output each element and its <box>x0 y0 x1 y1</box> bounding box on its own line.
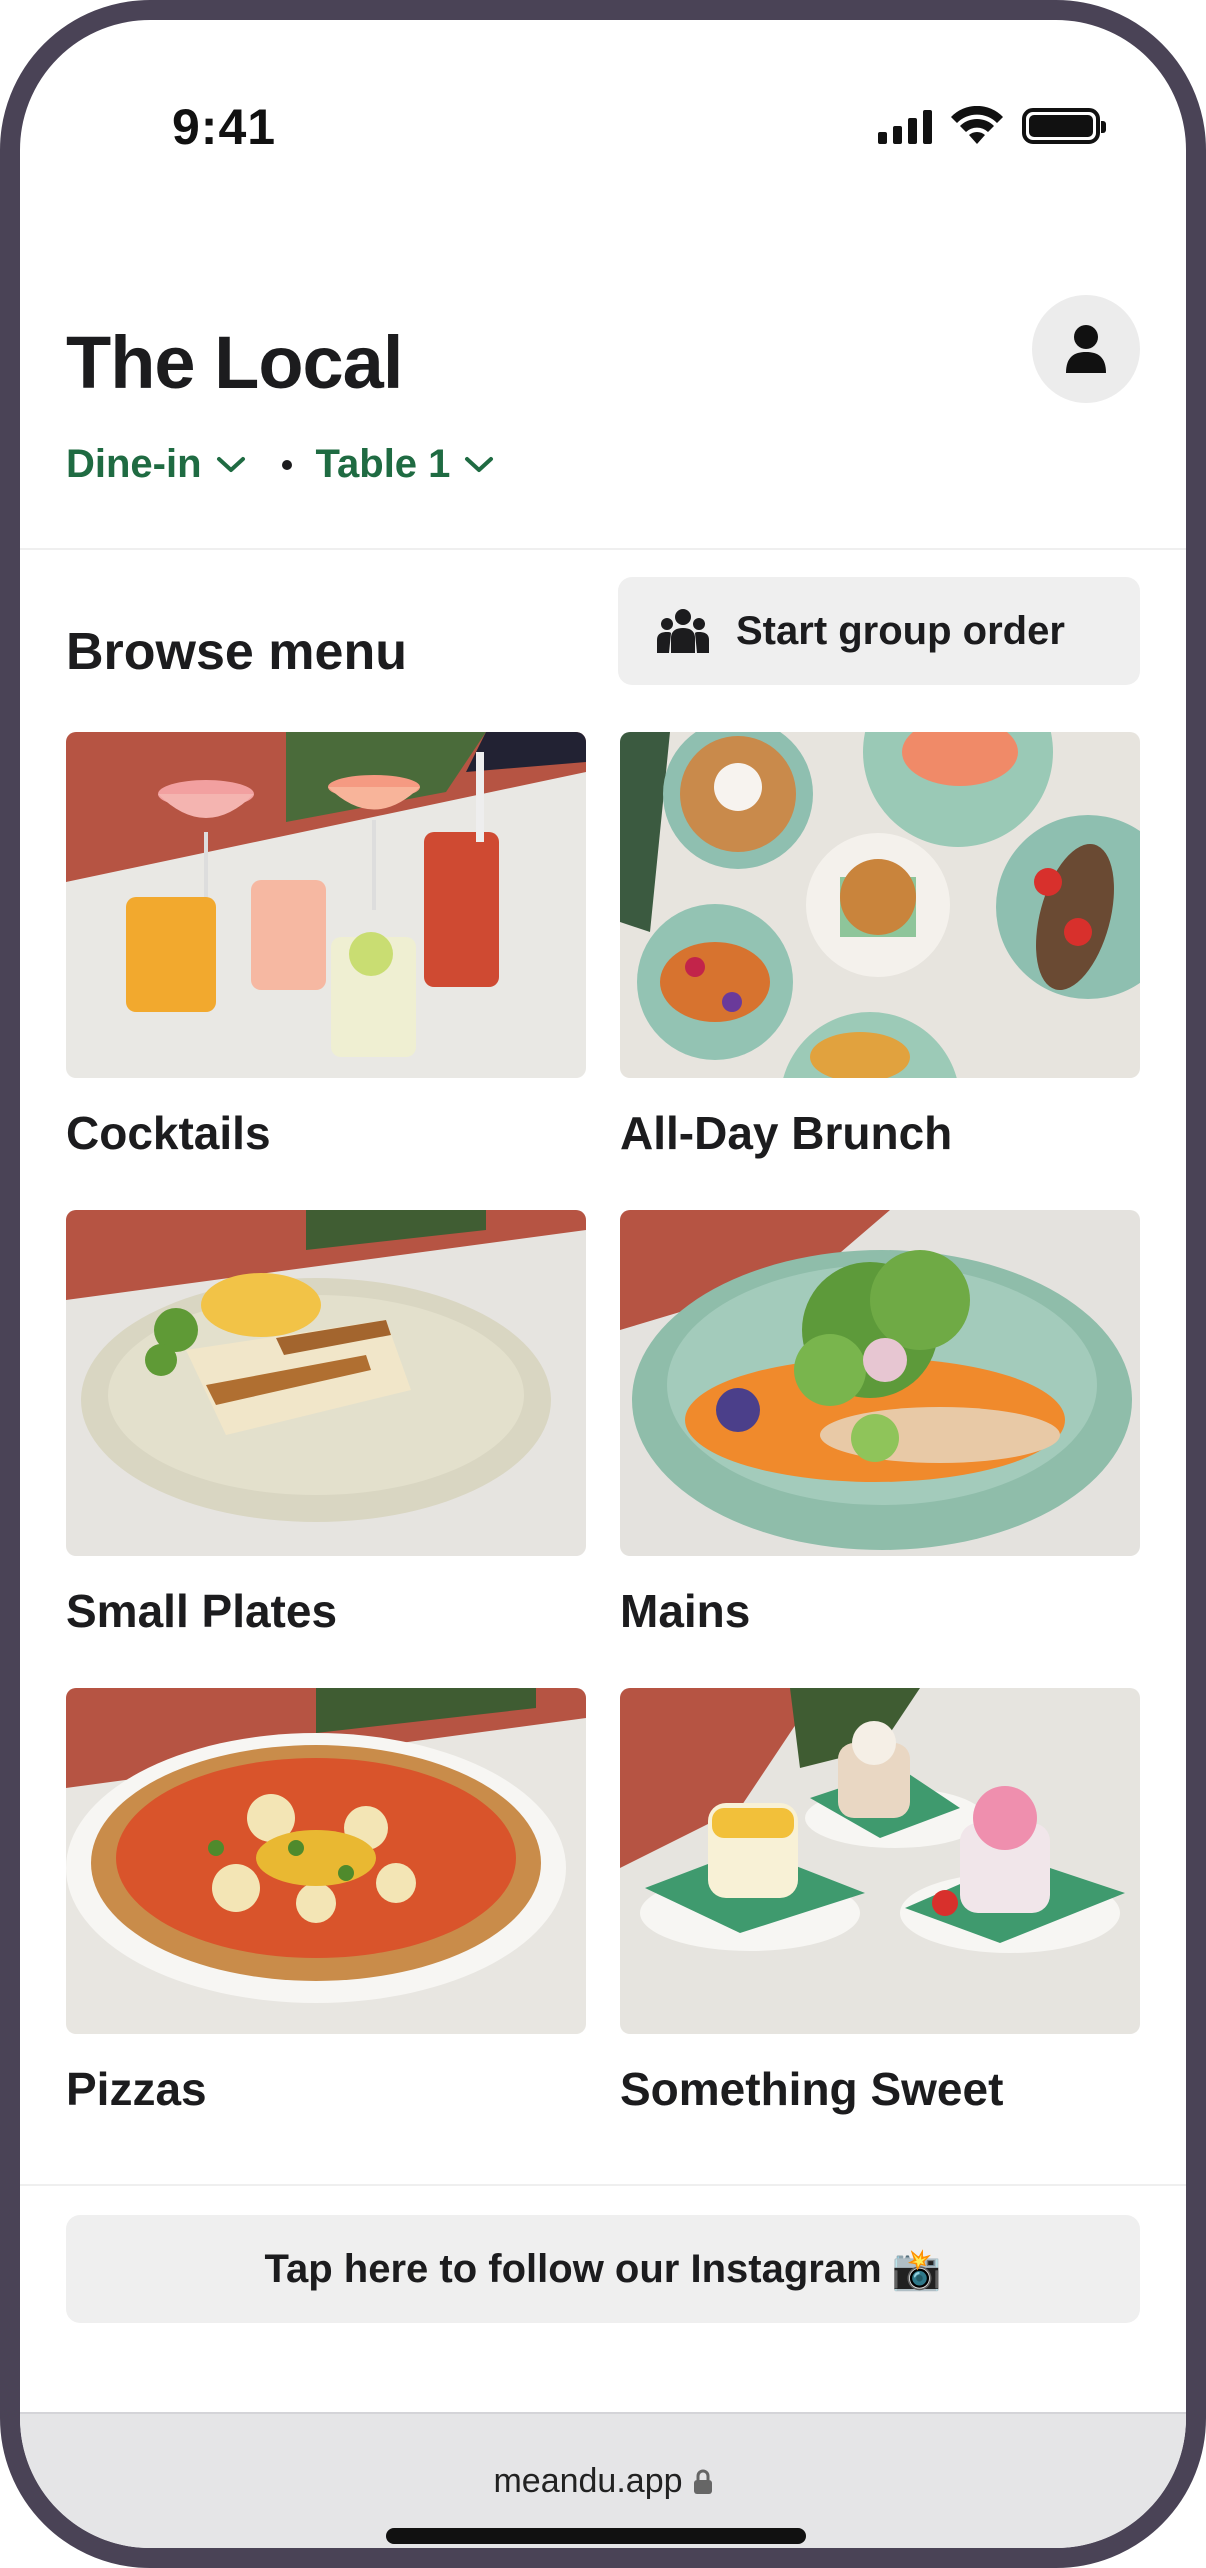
profile-button[interactable] <box>1032 295 1140 403</box>
all-day-brunch-image <box>620 732 1140 1078</box>
table-dropdown[interactable]: Table 1 <box>316 442 495 487</box>
category-label: Cocktails <box>66 1107 271 1159</box>
home-indicator[interactable] <box>386 2528 806 2544</box>
battery-icon <box>1022 108 1106 144</box>
category-card-mains[interactable]: Mains <box>620 1210 1140 1688</box>
category-card-small-plates[interactable]: Small Plates <box>66 1210 586 1688</box>
wifi-icon <box>951 106 1003 144</box>
url-display: meandu.app <box>20 2462 1186 2501</box>
footer-divider <box>20 2184 1186 2186</box>
pizzas-image <box>66 1688 586 2034</box>
category-card-pizzas[interactable]: Pizzas <box>66 1688 586 2166</box>
status-time: 9:41 <box>172 99 277 155</box>
venue-name: The Local <box>66 321 403 404</box>
separator-dot <box>281 459 292 470</box>
lock-icon <box>693 2469 712 2494</box>
group-icon <box>657 609 709 653</box>
category-card-something-sweet[interactable]: Something Sweet <box>620 1688 1140 2166</box>
something-sweet-image <box>620 1688 1140 2034</box>
browse-menu-heading: Browse menu <box>66 623 407 681</box>
cocktails-image <box>66 732 586 1078</box>
cellular-signal-icon <box>878 108 932 144</box>
category-label: Pizzas <box>66 2063 207 2115</box>
header-divider <box>20 548 1186 550</box>
category-label: All-Day Brunch <box>620 1107 953 1159</box>
category-card-cocktails[interactable]: Cocktails <box>66 732 586 1210</box>
user-icon <box>1066 325 1106 373</box>
phone-frame: 9:41 The Local Dine-in Table 1 Browse me… <box>0 0 1206 2568</box>
order-context: Dine-in Table 1 <box>66 442 494 487</box>
instagram-follow-button[interactable]: Tap here to follow our Instagram 📸 <box>66 2215 1140 2323</box>
mains-image <box>620 1210 1140 1556</box>
start-group-order-label: Start group order <box>736 608 1065 653</box>
chevron-down-icon <box>216 456 245 472</box>
order-mode-dropdown[interactable]: Dine-in <box>66 442 246 487</box>
instagram-follow-label: Tap here to follow our Instagram <box>264 2246 882 2291</box>
start-group-order-button[interactable]: Start group order <box>618 577 1140 685</box>
chevron-down-icon <box>465 456 494 472</box>
camera-flash-icon: 📸 <box>891 2247 942 2292</box>
table-label: Table 1 <box>315 442 451 486</box>
status-icons <box>878 106 1106 146</box>
category-label: Something Sweet <box>620 2063 1004 2115</box>
order-mode-label: Dine-in <box>66 442 202 486</box>
category-card-all-day-brunch[interactable]: All-Day Brunch <box>620 732 1140 1210</box>
category-label: Small Plates <box>66 1585 338 1637</box>
category-label: Mains <box>620 1585 751 1637</box>
url-text: meandu.app <box>493 2462 683 2500</box>
small-plates-image <box>66 1210 586 1556</box>
category-grid: Cocktails All-Day Brunch Small Plates Ma… <box>66 732 1140 2166</box>
